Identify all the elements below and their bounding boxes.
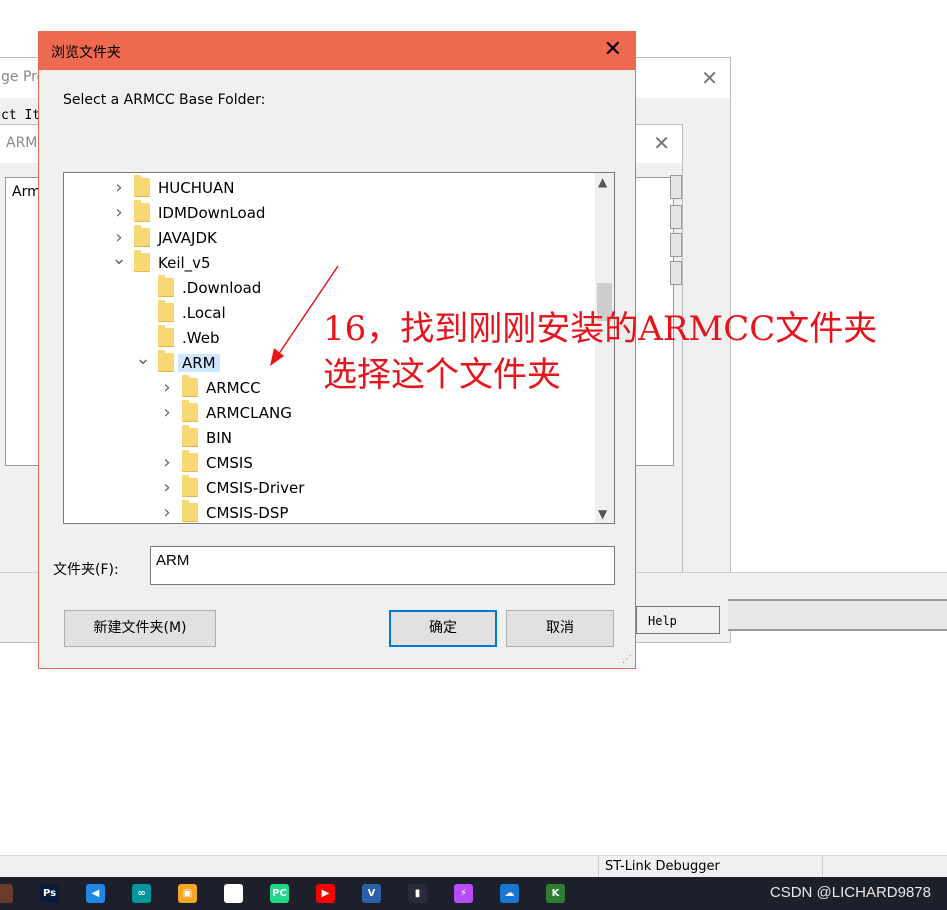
tree-item[interactable]: ⌄ Keil_v5 (110, 248, 211, 275)
background-side-button[interactable] (670, 233, 682, 257)
folder-icon (182, 375, 198, 397)
new-folder-button[interactable]: 新建文件夹(M) (64, 610, 216, 647)
ok-button[interactable]: 确定 (389, 610, 497, 647)
folder-icon (182, 475, 198, 497)
tree-item[interactable]: › JAVAJDK (110, 225, 217, 250)
purple-app-icon[interactable]: ⚡ (454, 884, 473, 903)
chevron-down-icon[interactable]: ⌄ (134, 348, 152, 369)
folder-icon (134, 225, 150, 247)
watermark: CSDN @LICHARD9878 (769, 884, 931, 901)
close-icon[interactable]: ✕ (604, 37, 622, 62)
tree-item-label: ARM (178, 353, 220, 372)
chevron-right-icon[interactable]: › (158, 402, 176, 423)
tree-item[interactable]: .Local (134, 300, 226, 325)
folder-icon (182, 425, 198, 447)
chrome-icon[interactable] (0, 884, 13, 903)
folder-icon (134, 200, 150, 222)
background-side-button[interactable] (670, 205, 682, 229)
chevron-right-icon[interactable]: › (110, 177, 128, 198)
folder-icon (158, 325, 174, 347)
chevron-right-icon[interactable]: › (158, 477, 176, 498)
help-button[interactable]: Help (636, 606, 720, 634)
chevron-down-icon[interactable]: ▼ (598, 507, 607, 521)
tree-item-label: .Local (182, 303, 226, 322)
youtube-icon[interactable]: ▶ (316, 884, 335, 903)
tree-item[interactable]: .Download (134, 275, 261, 300)
tree-item-label: JAVAJDK (158, 228, 217, 247)
dialog-title: 浏览文件夹 (51, 45, 121, 61)
tree-item[interactable]: .Web (134, 325, 219, 350)
folder-field-label: 文件夹(F): (53, 562, 119, 578)
status-separator (598, 856, 599, 878)
arduino-icon[interactable]: ∞ (132, 884, 151, 903)
close-icon[interactable]: ✕ (653, 131, 670, 155)
dark-app-icon[interactable]: ▮ (408, 884, 427, 903)
tree-item[interactable]: ⌄ ARM (134, 348, 220, 375)
taskbar: CSDN @LICHARD9878 Ps ◀ ∞ ▣ PC ▶ V ▮ ⚡ ☁ K (0, 877, 947, 910)
tree-item[interactable]: › CMSIS-Driver (158, 475, 304, 500)
tree-item[interactable]: › CMSIS (158, 450, 253, 475)
tree-item-label: CMSIS-DSP (206, 503, 289, 522)
tree-item[interactable]: › CMSIS-DSP (158, 500, 289, 523)
status-bar: ST-Link Debugger (0, 855, 947, 878)
keil-icon[interactable]: K (546, 884, 565, 903)
chevron-right-icon[interactable]: › (158, 502, 176, 523)
annotation-line-2: 选择这个文件夹 (323, 355, 561, 395)
folder-icon (158, 350, 174, 372)
tree-item-label: CMSIS-Driver (206, 478, 305, 497)
dialog-prompt: Select a ARMCC Base Folder: (63, 92, 266, 108)
dialog-titlebar: 浏览文件夹 ✕ (39, 32, 635, 70)
chevron-right-icon[interactable]: › (110, 227, 128, 248)
background-side-button[interactable] (670, 261, 682, 285)
tree-item[interactable]: › ARMCLANG (158, 400, 292, 425)
tree-item[interactable]: BIN (158, 425, 232, 450)
vscode-icon[interactable]: ◀ (86, 884, 105, 903)
tree-item[interactable]: › IDMDownLoad (110, 200, 265, 225)
chevron-right-icon[interactable]: › (158, 452, 176, 473)
folder-icon (158, 300, 174, 322)
folder-icon (134, 175, 150, 197)
annotation-text: 16，找到刚刚安装的ARMCC文件夹 选择这个文件夹 (323, 306, 877, 398)
pycharm-icon[interactable]: PC (270, 884, 289, 903)
file-icon[interactable] (224, 884, 243, 903)
cloud-icon[interactable]: ☁ (500, 884, 519, 903)
tree-item-label: .Download (182, 278, 262, 297)
tree-item-label: .Web (182, 328, 220, 347)
tree-item-label: ARMCC (206, 378, 261, 397)
tree-item-label: BIN (206, 428, 232, 447)
photoshop-icon[interactable]: Ps (40, 884, 59, 903)
background-list-header: Arm (12, 184, 41, 200)
tree-item-label: CMSIS (206, 453, 253, 472)
folder-icon (182, 500, 198, 522)
debugger-status: ST-Link Debugger (605, 859, 720, 874)
cancel-button[interactable]: 取消 (506, 610, 614, 647)
background-scrollbar[interactable] (728, 599, 947, 631)
background-window-title: ARM (6, 135, 38, 151)
chevron-right-icon[interactable]: › (158, 377, 176, 398)
background-menu-text: ct It (1, 108, 41, 123)
tree-item-label: ARMCLANG (206, 403, 292, 422)
chevron-right-icon[interactable]: › (110, 202, 128, 223)
annotation-line-1: 16，找到刚刚安装的ARMCC文件夹 (323, 309, 878, 349)
chevron-up-icon[interactable]: ▲ (598, 175, 607, 189)
status-separator (822, 856, 823, 878)
folder-icon (158, 275, 174, 297)
v-icon[interactable]: V (362, 884, 381, 903)
folder-icon (182, 400, 198, 422)
folder-field[interactable]: ARM (150, 546, 615, 585)
chevron-down-icon[interactable]: ⌄ (110, 248, 128, 269)
close-icon[interactable]: ✕ (701, 66, 718, 90)
tree-item-label: Keil_v5 (158, 253, 211, 272)
tree-item[interactable]: › ARMCC (158, 375, 261, 400)
tree-item-label: HUCHUAN (158, 178, 235, 197)
app-icon[interactable]: ▣ (178, 884, 197, 903)
background-side-button[interactable] (670, 175, 682, 199)
tree-item[interactable]: › HUCHUAN (110, 175, 234, 200)
resize-grip-icon[interactable]: ⋰ (622, 654, 632, 665)
folder-icon (182, 450, 198, 472)
folder-icon (134, 250, 150, 272)
tree-item-label: IDMDownLoad (158, 203, 266, 222)
